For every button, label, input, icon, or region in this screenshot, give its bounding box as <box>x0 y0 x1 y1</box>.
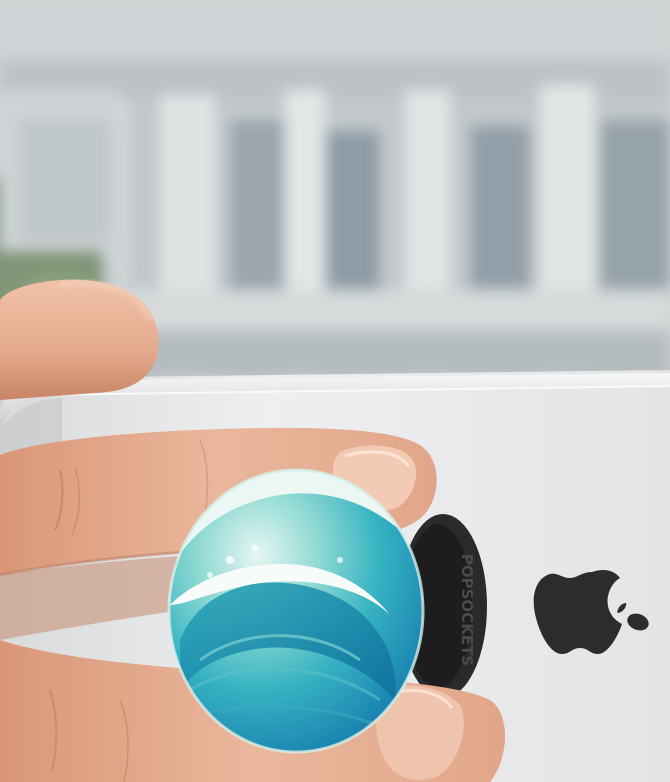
thumb <box>0 279 159 400</box>
grip-brand-text: POPSOCKETS <box>458 554 476 666</box>
photo-scene: POPSOCKETS <box>0 0 670 782</box>
photo-illustration: POPSOCKETS <box>0 0 670 782</box>
